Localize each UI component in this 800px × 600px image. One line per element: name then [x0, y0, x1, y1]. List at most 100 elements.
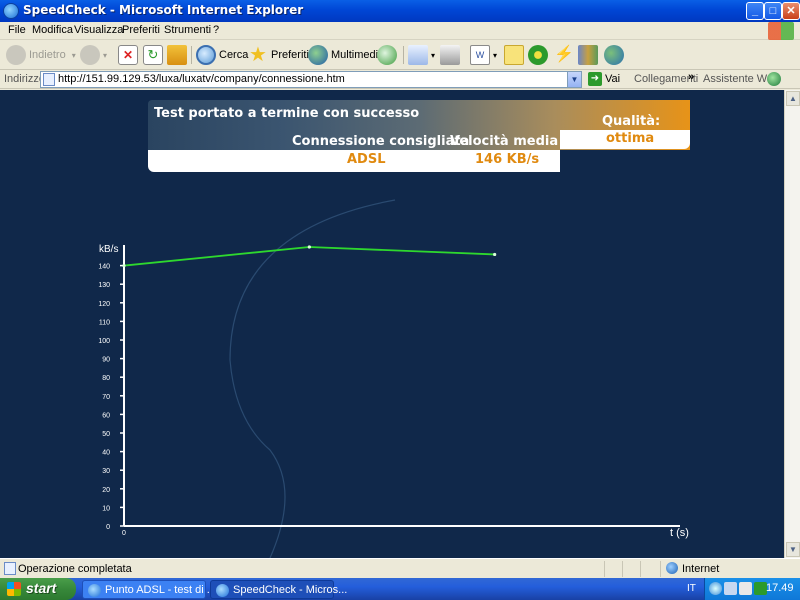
y-tick-label: 70	[102, 394, 110, 401]
window-title: SpeedCheck - Microsoft Internet Explorer	[23, 3, 304, 17]
x-tick-label: 0	[122, 530, 126, 537]
menu-preferiti[interactable]: Preferiti	[122, 24, 160, 36]
refresh-icon: ↻	[143, 45, 163, 65]
result-panel: Test portato a termine con successo Conn…	[148, 100, 690, 172]
data-point	[493, 252, 497, 257]
word-icon: W	[470, 45, 490, 65]
y-tick-label: 0	[106, 524, 110, 531]
back-dropdown-icon: ▾	[71, 50, 76, 60]
task-speedcheck[interactable]: SpeedCheck - Micros...	[210, 580, 347, 599]
stop-icon: ✕	[118, 45, 138, 65]
start-label: start	[26, 580, 57, 596]
back-button[interactable]: Indietro ▾	[6, 44, 76, 66]
history-button[interactable]	[377, 44, 400, 66]
tool-button[interactable]: ⚡	[554, 44, 577, 66]
zone-text: Internet	[682, 563, 720, 575]
multimedia-button[interactable]: Multimedia	[308, 44, 384, 66]
y-tick-label: 10	[102, 505, 110, 512]
status-bar: Operazione completata Internet	[0, 558, 800, 578]
task-label: SpeedCheck - Micros...	[233, 584, 348, 596]
y-tick-label: 120	[98, 301, 110, 308]
back-label: Indietro	[29, 49, 66, 61]
messenger-button[interactable]	[528, 44, 551, 66]
y-tick-label: 140	[98, 264, 110, 271]
menu-help[interactable]: ?	[213, 24, 219, 36]
ie-task-icon	[88, 584, 101, 597]
lightning-icon: ⚡	[554, 46, 574, 63]
notes-button[interactable]	[504, 44, 527, 66]
status-cell	[622, 561, 640, 577]
search-button[interactable]: Cerca	[196, 44, 248, 66]
edit-button[interactable]: W ▾	[470, 44, 497, 66]
status-text: Operazione completata	[18, 563, 132, 575]
note-icon	[504, 45, 524, 65]
research-button[interactable]	[578, 44, 601, 66]
scroll-down-icon[interactable]: ▼	[786, 542, 800, 557]
address-input[interactable]: http://151.99.129.53/luxa/luxatv/company…	[40, 71, 582, 88]
maximize-button[interactable]: □	[764, 2, 782, 20]
y-tick-label: 130	[98, 282, 110, 289]
messenger-people-button[interactable]	[604, 44, 627, 66]
links-more-chevron-icon[interactable]: »	[688, 71, 694, 83]
tray-speaker-icon[interactable]	[739, 582, 752, 595]
y-tick-label: 90	[102, 357, 110, 364]
y-tick-label: 60	[102, 412, 110, 419]
start-button[interactable]: start	[0, 578, 76, 600]
forward-button[interactable]: ▾	[80, 44, 107, 66]
title-bar: SpeedCheck - Microsoft Internet Explorer…	[0, 0, 800, 22]
edit-dropdown-icon: ▾	[493, 50, 498, 60]
mail-icon	[408, 45, 428, 65]
mail-button[interactable]: ▾	[408, 44, 435, 66]
scroll-up-icon[interactable]: ▲	[786, 91, 800, 106]
print-button[interactable]	[440, 44, 463, 66]
x-axis-label: t (s)	[670, 527, 689, 539]
windows-logo-icon	[7, 582, 21, 596]
menu-strumenti[interactable]: Strumenti	[164, 24, 211, 36]
web-assistant-icon[interactable]	[767, 72, 781, 86]
favorites-button[interactable]: ★ Preferiti	[248, 44, 309, 66]
address-bar: Indirizzo http://151.99.129.53/luxa/luxa…	[0, 70, 800, 89]
menu-file[interactable]: File	[8, 24, 26, 36]
y-ticks: 0 10 20 30 40 50 60 70 80 90 100 110 120 130 140	[98, 264, 124, 531]
taskbar: start Punto ADSL - test di ... SpeedChec…	[0, 578, 800, 600]
tray-help-icon[interactable]	[709, 582, 722, 595]
zone-cell	[660, 561, 784, 577]
flower-icon	[528, 45, 548, 65]
result-title: Test portato a termine con successo	[154, 106, 420, 121]
forward-arrow-icon	[80, 45, 100, 65]
tray-network-icon[interactable]	[724, 582, 737, 595]
address-label: Indirizzo	[4, 73, 45, 85]
address-url: http://151.99.129.53/luxa/luxatv/company…	[58, 73, 345, 85]
refresh-button[interactable]: ↻	[143, 44, 166, 66]
windows-flag-icon	[768, 22, 794, 40]
books-icon	[578, 45, 598, 65]
speed-value: 146 KB/s	[475, 152, 540, 167]
page-status-icon	[4, 562, 16, 575]
vertical-scrollbar[interactable]: ▲ ▼	[784, 90, 800, 558]
task-punto-adsl[interactable]: Punto ADSL - test di ...	[82, 580, 216, 599]
search-icon	[196, 45, 216, 65]
favorites-label: Preferiti	[271, 49, 309, 61]
series-group	[122, 245, 497, 268]
stop-button[interactable]: ✕	[118, 44, 141, 66]
go-button[interactable]: Vai	[605, 73, 620, 85]
go-arrow-icon[interactable]: ➜	[588, 72, 602, 86]
internet-zone-icon	[666, 562, 678, 574]
home-button[interactable]	[167, 44, 190, 66]
language-indicator[interactable]: IT	[687, 583, 696, 594]
menu-modifica[interactable]: Modifica	[32, 24, 73, 36]
media-icon	[308, 45, 328, 65]
y-tick-label: 30	[102, 468, 110, 475]
data-point	[307, 245, 311, 249]
address-dropdown-icon[interactable]: ▼	[567, 72, 581, 87]
status-cell	[604, 561, 622, 577]
menu-visualizza[interactable]: Visualizza	[74, 24, 123, 36]
page-icon	[43, 73, 55, 86]
toolbar-separator	[191, 46, 192, 64]
forward-dropdown-icon: ▾	[103, 50, 108, 60]
mail-dropdown-icon: ▾	[431, 50, 436, 60]
speed-header: Velocità media	[450, 134, 559, 149]
close-button[interactable]: ✕	[782, 2, 800, 20]
minimize-button[interactable]: _	[746, 2, 764, 20]
quality-value: ottima	[606, 131, 655, 146]
